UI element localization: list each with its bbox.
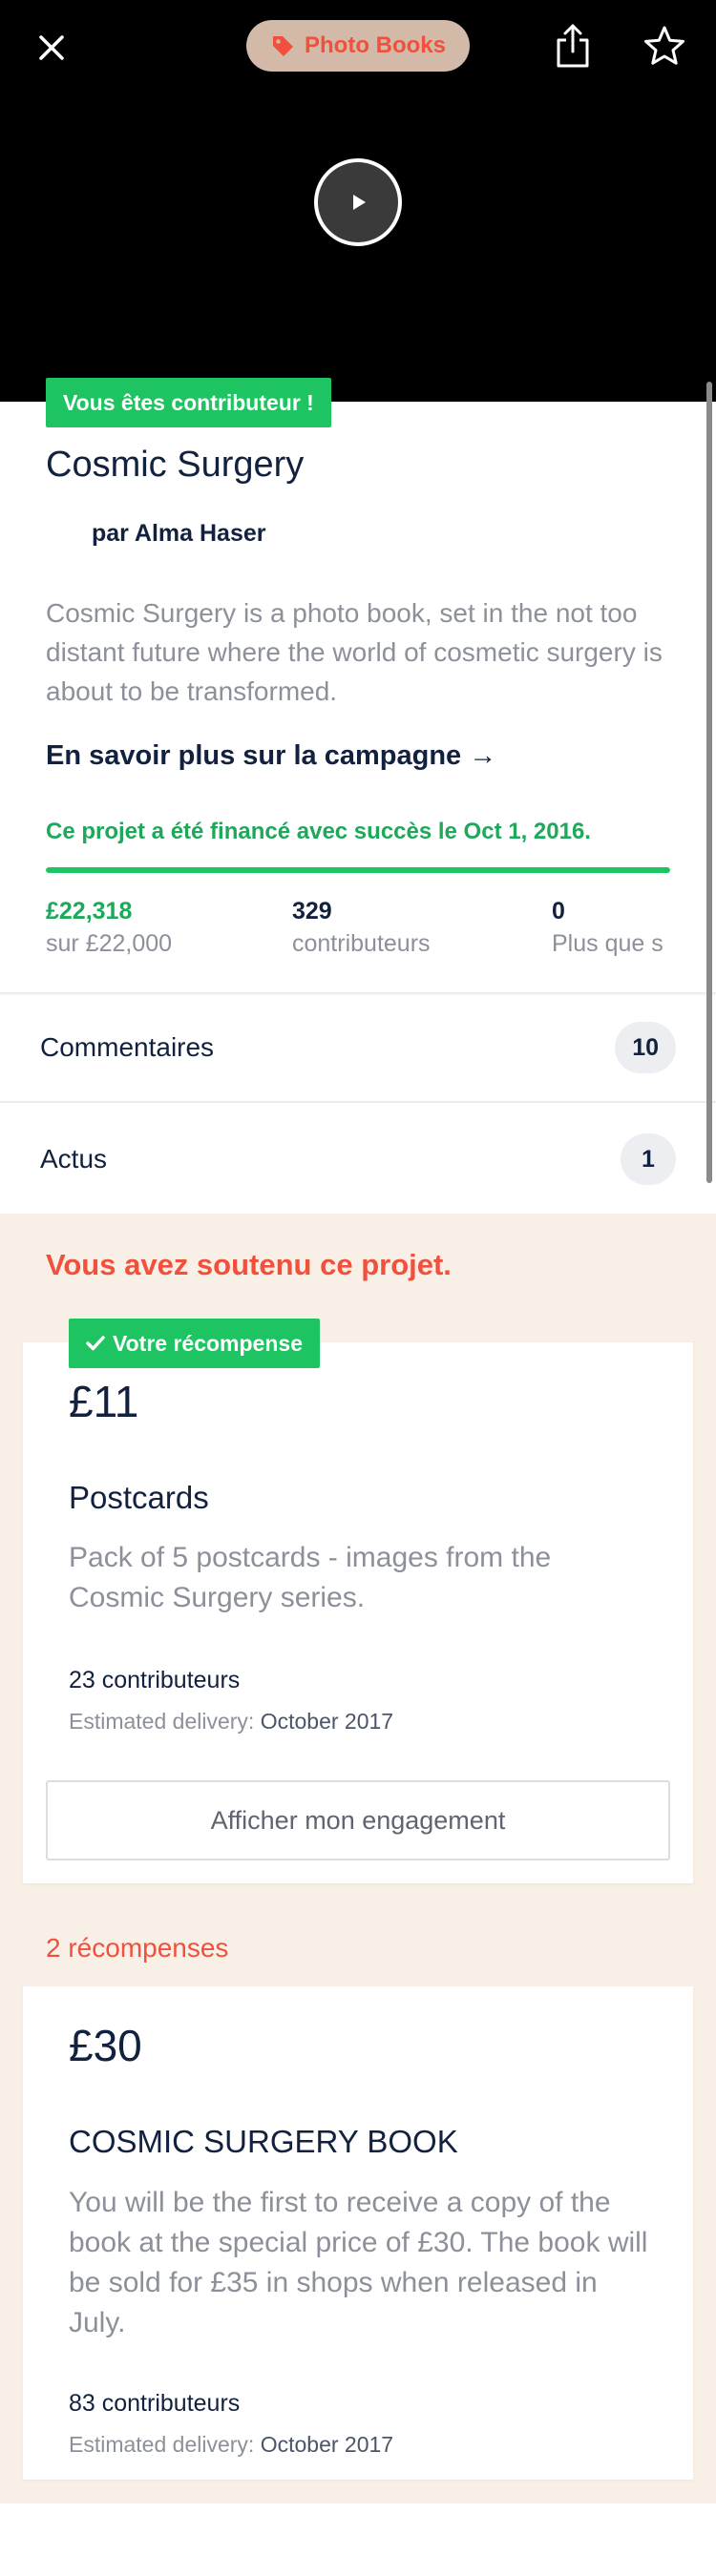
share-button[interactable] <box>552 21 594 71</box>
funded-message: Ce projet a été financé avec succès le O… <box>46 819 591 844</box>
comments-label: Commentaires <box>40 1032 215 1062</box>
delivery-value: October 2017 <box>260 2432 394 2457</box>
funding-progress-fill <box>46 867 670 873</box>
reward-backers: 23 contributeurs <box>69 1667 241 1693</box>
pledged-label: sur £22,000 <box>46 930 173 957</box>
project-blurb: Cosmic Surgery is a photo book, set in t… <box>46 598 663 706</box>
checkmark-icon <box>86 1336 105 1351</box>
reward-delivery: Estimated delivery: October 2017 <box>69 2432 393 2458</box>
category-label: Photo Books <box>305 32 446 58</box>
view-pledge-button[interactable]: Afficher mon engagement <box>46 1780 670 1860</box>
reward-backers: 83 contributeurs <box>69 2390 241 2417</box>
delivery-value: October 2017 <box>260 1709 394 1734</box>
rewards-count: 2 récompenses <box>46 1933 229 1963</box>
contributor-badge: Vous êtes contributeur ! <box>46 378 331 427</box>
favorite-button[interactable] <box>642 23 687 69</box>
reward-description: Pack of 5 postcards - images from the Co… <box>69 1542 552 1613</box>
share-icon <box>557 24 589 68</box>
reward-price: £11 <box>69 1377 139 1426</box>
reward-title: Postcards <box>69 1480 209 1515</box>
play-icon <box>353 195 366 210</box>
news-count-badge: 1 <box>621 1133 676 1185</box>
remaining-label: Plus que s <box>552 930 663 957</box>
category-pill[interactable]: Photo Books <box>246 20 470 72</box>
star-icon <box>644 26 684 65</box>
project-author[interactable]: par Alma Haser <box>92 520 266 548</box>
stat-pledged: £22,318 sur £22,000 <box>46 895 172 960</box>
delivery-label: Estimated delivery: <box>69 1709 255 1734</box>
stat-backers: 329 contributeurs <box>292 895 431 960</box>
reward-delivery: Estimated delivery: October 2017 <box>69 1709 393 1735</box>
delivery-label: Estimated delivery: <box>69 2432 255 2457</box>
backers-value: 329 <box>292 898 332 924</box>
reward-price: £30 <box>69 2021 142 2070</box>
reward-description: You will be the first to receive a copy … <box>69 2187 648 2338</box>
project-title: Cosmic Surgery <box>46 445 305 485</box>
close-icon <box>39 35 64 60</box>
reward-title: COSMIC SURGERY BOOK <box>69 2124 458 2159</box>
comments-row[interactable]: Commentaires 10 <box>0 994 716 1103</box>
campaign-link[interactable]: En savoir plus sur la campagne → <box>46 740 496 772</box>
backed-message: Vous avez soutenu ce projet. <box>46 1248 452 1281</box>
play-button[interactable] <box>314 158 402 246</box>
your-reward-badge: Votre récompense <box>69 1319 320 1368</box>
video-player[interactable]: Photo Books <box>0 0 716 402</box>
news-row[interactable]: Actus 1 <box>0 1105 716 1214</box>
stat-remaining: 0 Plus que s <box>552 895 670 960</box>
pledged-value: £22,318 <box>46 898 133 924</box>
close-button[interactable] <box>29 25 74 71</box>
remaining-value: 0 <box>552 898 565 924</box>
tag-icon <box>273 36 293 56</box>
your-reward-label: Votre récompense <box>113 1330 303 1356</box>
funding-progress-bar <box>46 867 670 873</box>
scrollbar[interactable] <box>706 382 712 1183</box>
news-label: Actus <box>40 1144 108 1174</box>
comments-count-badge: 10 <box>615 1022 676 1073</box>
backers-label: contributeurs <box>292 930 431 957</box>
